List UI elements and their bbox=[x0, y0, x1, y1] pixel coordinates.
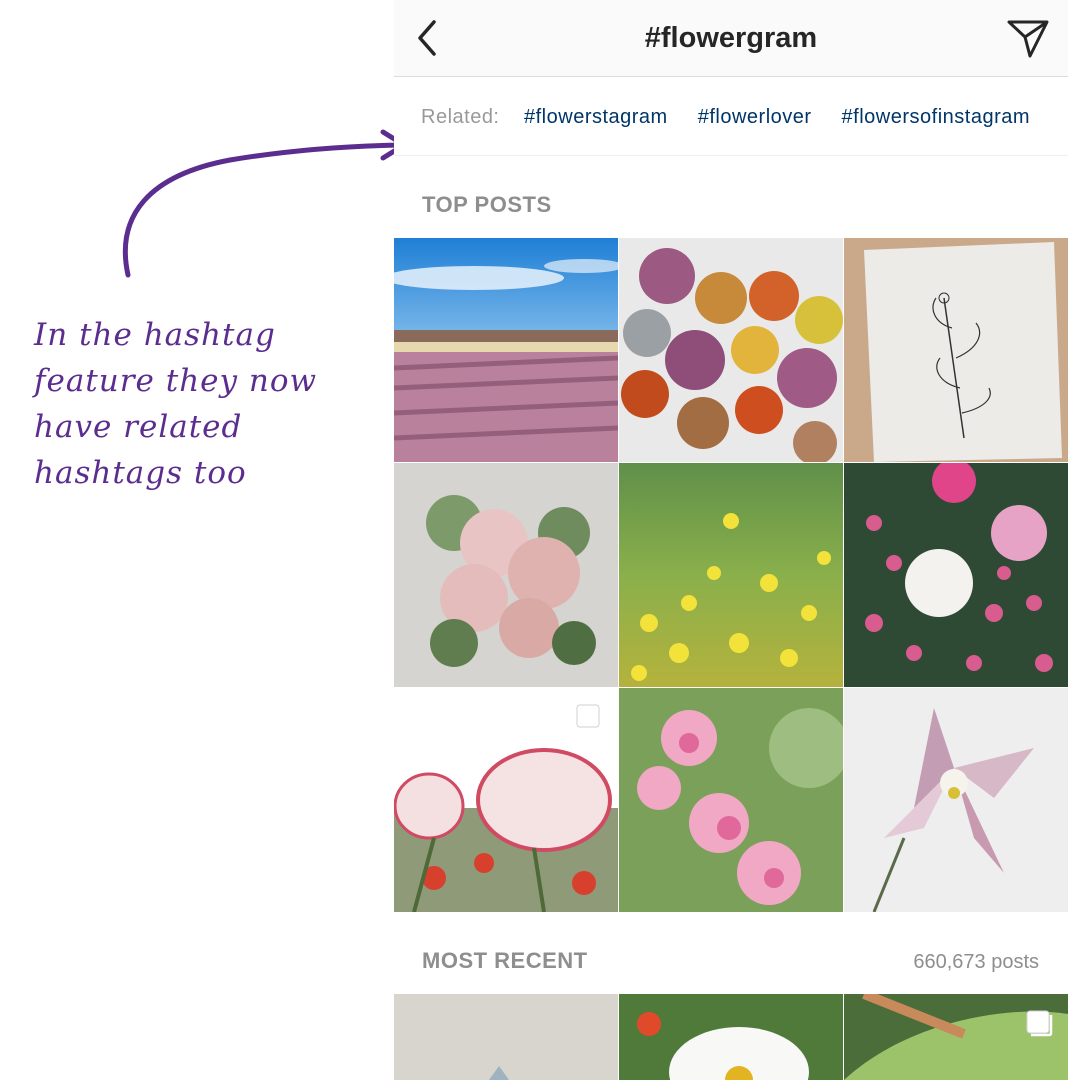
post-image bbox=[844, 688, 1068, 912]
post-tile[interactable] bbox=[619, 688, 843, 912]
multiple-photos-icon bbox=[576, 704, 603, 731]
most-recent-grid bbox=[394, 994, 1068, 1080]
post-tile[interactable] bbox=[844, 994, 1068, 1080]
post-tile[interactable] bbox=[844, 238, 1068, 462]
annotation-note: In the hashtag feature they now have rel… bbox=[34, 317, 318, 491]
top-posts-title: TOP POSTS bbox=[422, 192, 552, 217]
post-image bbox=[844, 238, 1068, 462]
top-posts-grid bbox=[394, 238, 1068, 912]
post-count: 660,673 posts bbox=[913, 951, 1039, 973]
post-image bbox=[619, 994, 843, 1080]
related-tag-flowerlover[interactable]: #flowerlover bbox=[698, 106, 812, 129]
post-tile[interactable] bbox=[394, 238, 618, 462]
hashtag-screen: #flowergram Related: #flowerstagram #flow… bbox=[394, 0, 1068, 1080]
post-image bbox=[844, 463, 1068, 687]
post-tile[interactable] bbox=[844, 463, 1068, 687]
post-tile[interactable] bbox=[619, 994, 843, 1080]
post-tile[interactable] bbox=[844, 688, 1068, 912]
post-image bbox=[394, 463, 618, 687]
post-tile[interactable] bbox=[394, 463, 618, 687]
post-image bbox=[394, 238, 618, 462]
annotation-arrow bbox=[122, 129, 407, 278]
post-image bbox=[619, 463, 843, 687]
post-image bbox=[844, 994, 1068, 1080]
page-title: #flowergram bbox=[644, 22, 818, 54]
multiple-photos-icon bbox=[1026, 1010, 1053, 1037]
related-tag-flowersofinstagram[interactable]: #flowersofinstagram bbox=[842, 106, 1030, 129]
post-image bbox=[619, 688, 843, 912]
post-image bbox=[619, 238, 843, 462]
most-recent-title: MOST RECENT bbox=[422, 948, 588, 973]
paper-plane-icon[interactable] bbox=[1006, 18, 1050, 60]
post-image bbox=[394, 994, 618, 1080]
related-hashtags-bar: Related: #flowerstagram #flowerlover #flow… bbox=[394, 78, 1068, 156]
nav-bar: #flowergram bbox=[394, 0, 1068, 77]
related-label: Related: bbox=[421, 106, 500, 128]
post-tile[interactable] bbox=[619, 463, 843, 687]
post-tile[interactable] bbox=[619, 238, 843, 462]
related-tags: #flowerstagram #flowerlover #flowersofinst… bbox=[524, 106, 1060, 129]
post-tile[interactable] bbox=[394, 994, 618, 1080]
post-tile[interactable] bbox=[394, 688, 618, 912]
related-tag-flowerstagram[interactable]: #flowerstagram bbox=[524, 106, 668, 129]
